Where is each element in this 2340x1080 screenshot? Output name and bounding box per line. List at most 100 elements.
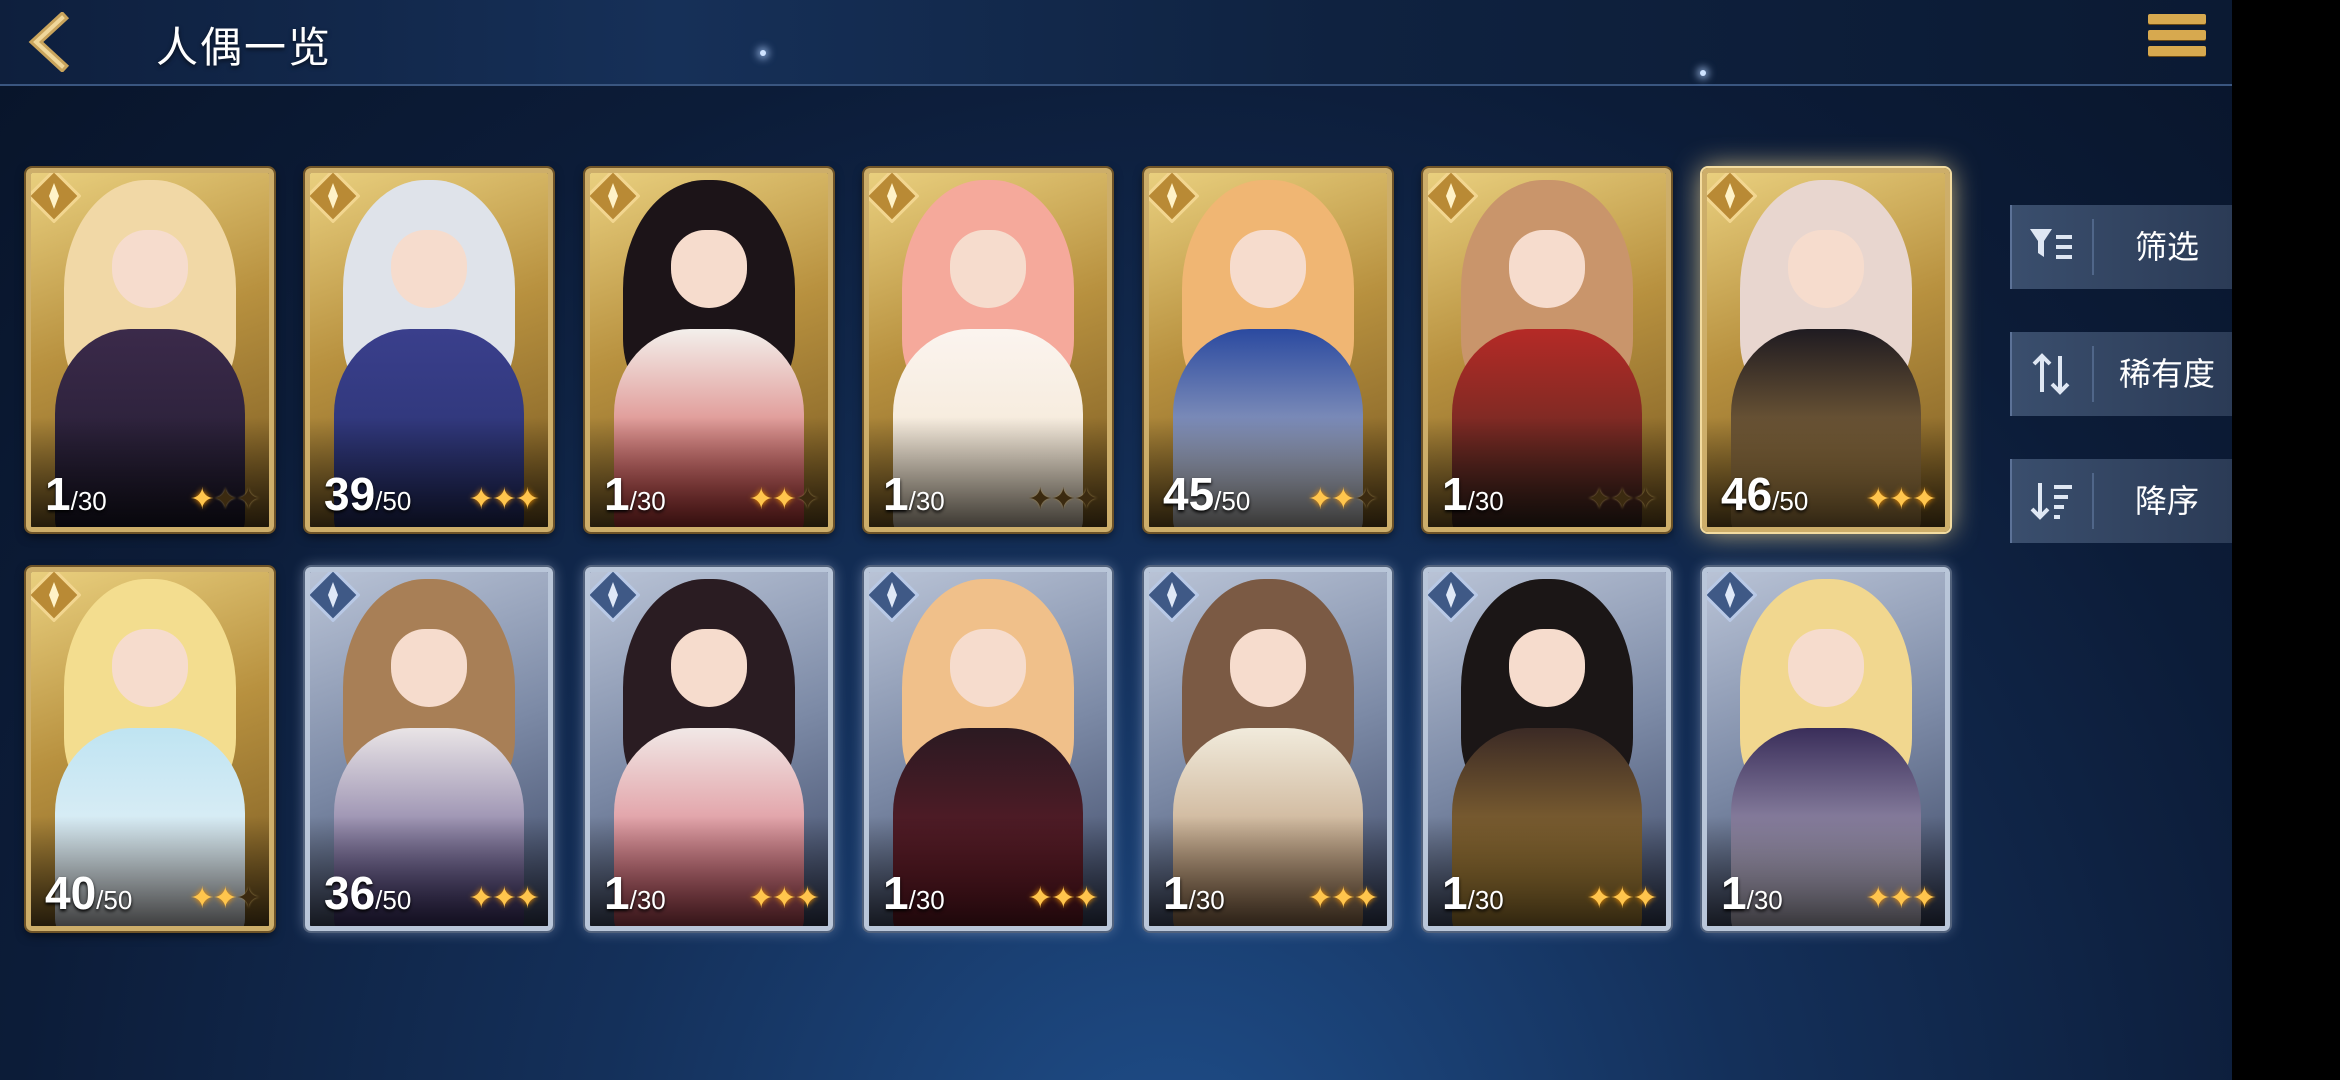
emblem-icon <box>869 173 919 223</box>
max-level: /30 <box>70 486 107 516</box>
star-filled-icon: ✦ <box>514 881 540 917</box>
max-level: /30 <box>629 486 666 516</box>
star-rating: ✦✦✦ <box>189 482 261 517</box>
filter-button[interactable]: 筛选 <box>2010 205 2232 289</box>
star-filled-icon: ✦ <box>771 482 797 517</box>
star-filled-icon: ✦ <box>1609 881 1635 917</box>
current-level: 1 <box>1163 867 1189 920</box>
level-display: 46/50 <box>1721 467 1808 521</box>
star-filled-icon: ✦ <box>491 482 517 517</box>
back-button[interactable] <box>22 10 82 74</box>
star-filled-icon: ✦ <box>468 881 494 917</box>
emblem-icon <box>1149 173 1199 223</box>
menu-button[interactable] <box>2148 14 2206 68</box>
hamburger-icon-bar <box>2148 30 2206 40</box>
current-level: 1 <box>45 468 71 520</box>
star-rating: ✦✦✦ <box>1865 482 1937 517</box>
star-filled-icon: ✦ <box>1865 881 1891 917</box>
star-filled-icon: ✦ <box>1911 482 1937 517</box>
current-level: 1 <box>604 867 630 920</box>
star-empty-icon: ✦ <box>212 482 238 517</box>
character-card[interactable]: 1/30 ✦✦✦ <box>864 168 1112 532</box>
star-filled-icon: ✦ <box>1865 482 1891 517</box>
max-level: /30 <box>1467 885 1504 916</box>
emblem-icon <box>590 572 640 623</box>
hamburger-icon <box>2148 14 2206 24</box>
character-card[interactable]: 1/30 ✦✦✦ <box>1144 567 1392 932</box>
character-card[interactable]: 1/30 ✦✦✦ <box>1423 567 1671 932</box>
character-card[interactable]: 46/50 ✦✦✦ <box>1702 168 1950 532</box>
star-filled-icon: ✦ <box>794 881 820 917</box>
level-display: 1/30 <box>1442 467 1504 521</box>
character-card[interactable]: 1/30 ✦✦✦ <box>585 567 833 932</box>
level-display: 1/30 <box>604 467 666 521</box>
star-filled-icon: ✦ <box>491 881 517 917</box>
current-level: 1 <box>1442 468 1468 520</box>
descending-sort-button[interactable]: 降序 <box>2010 459 2232 543</box>
filter-label: 筛选 <box>2134 228 2199 266</box>
screen-edge <box>2232 0 2340 1080</box>
emblem-icon <box>310 572 360 623</box>
star-filled-icon: ✦ <box>1888 482 1914 517</box>
star-filled-icon: ✦ <box>1307 881 1333 917</box>
star-rating: ✦✦✦ <box>1307 881 1379 917</box>
character-card[interactable]: 1/30 ✦✦✦ <box>1423 168 1671 532</box>
star-filled-icon: ✦ <box>189 881 215 917</box>
character-card[interactable]: 1/30 ✦✦✦ <box>26 168 274 532</box>
level-display: 1/30 <box>45 467 107 521</box>
level-display: 1/30 <box>1163 866 1225 920</box>
current-level: 1 <box>1442 867 1468 920</box>
current-level: 1 <box>604 468 630 520</box>
current-level: 39 <box>324 468 376 520</box>
max-level: /50 <box>1772 486 1809 516</box>
max-level: /50 <box>375 486 412 516</box>
star-filled-icon: ✦ <box>771 881 797 917</box>
divider <box>2092 219 2094 275</box>
max-level: /30 <box>908 486 945 516</box>
star-rating: ✦✦✦ <box>1028 881 1099 916</box>
hamburger-icon-bar <box>2148 46 2206 56</box>
star-filled-icon: ✦ <box>1353 881 1379 917</box>
rarity-sort-button[interactable]: 稀有度 <box>2010 332 2232 416</box>
level-display: 45/50 <box>1163 467 1250 521</box>
top-bar: 人偶一览 <box>0 0 2232 86</box>
max-level: /50 <box>1214 486 1251 516</box>
emblem-icon <box>1428 572 1478 623</box>
character-card[interactable]: 1/30 ✦✦✦ <box>585 168 833 532</box>
star-rating: ✦✦✦ <box>468 881 540 917</box>
character-card[interactable]: 40/50 ✦✦✦ <box>26 567 274 932</box>
character-card[interactable]: 36/50 ✦✦✦ <box>305 567 553 932</box>
character-card[interactable]: 1/30 ✦✦✦ <box>864 567 1112 932</box>
max-level: /30 <box>908 885 945 916</box>
star-filled-icon: ✦ <box>189 482 215 517</box>
emblem-icon <box>590 173 640 223</box>
max-level: /30 <box>1746 885 1783 916</box>
star-rating: ✦✦✦ <box>1587 881 1658 917</box>
star-filled-icon: ✦ <box>1330 881 1356 917</box>
star-filled-icon: ✦ <box>1911 881 1937 917</box>
current-level: 36 <box>324 867 376 920</box>
character-card[interactable]: 1/30 ✦✦✦ <box>1702 567 1950 932</box>
divider <box>2092 346 2094 402</box>
max-level: /30 <box>1188 885 1225 916</box>
character-card[interactable]: 39/50 ✦✦✦ <box>305 168 553 532</box>
max-level: /30 <box>629 885 666 916</box>
max-level: /30 <box>1467 486 1504 516</box>
star-rating: ✦✦✦ <box>1028 482 1099 517</box>
level-display: 1/30 <box>883 866 945 920</box>
star-empty-icon: ✦ <box>235 881 261 917</box>
current-level: 40 <box>45 867 97 920</box>
current-level: 46 <box>1721 468 1773 520</box>
star-rating: ✦✦✦ <box>189 881 261 917</box>
emblem-icon <box>869 572 919 623</box>
star-filled-icon: ✦ <box>1307 482 1333 517</box>
character-card[interactable]: 45/50 ✦✦✦ <box>1144 168 1392 532</box>
star-rating: ✦✦✦ <box>749 482 820 517</box>
star-empty-icon: ✦ <box>1609 482 1635 517</box>
max-level: /50 <box>96 885 133 916</box>
descending-sort-label: 降序 <box>2134 482 2199 520</box>
star-rating: ✦✦✦ <box>1587 482 1658 517</box>
chevron-left-icon <box>28 10 70 74</box>
filter-icon <box>2026 221 2076 273</box>
current-level: 45 <box>1163 468 1215 520</box>
